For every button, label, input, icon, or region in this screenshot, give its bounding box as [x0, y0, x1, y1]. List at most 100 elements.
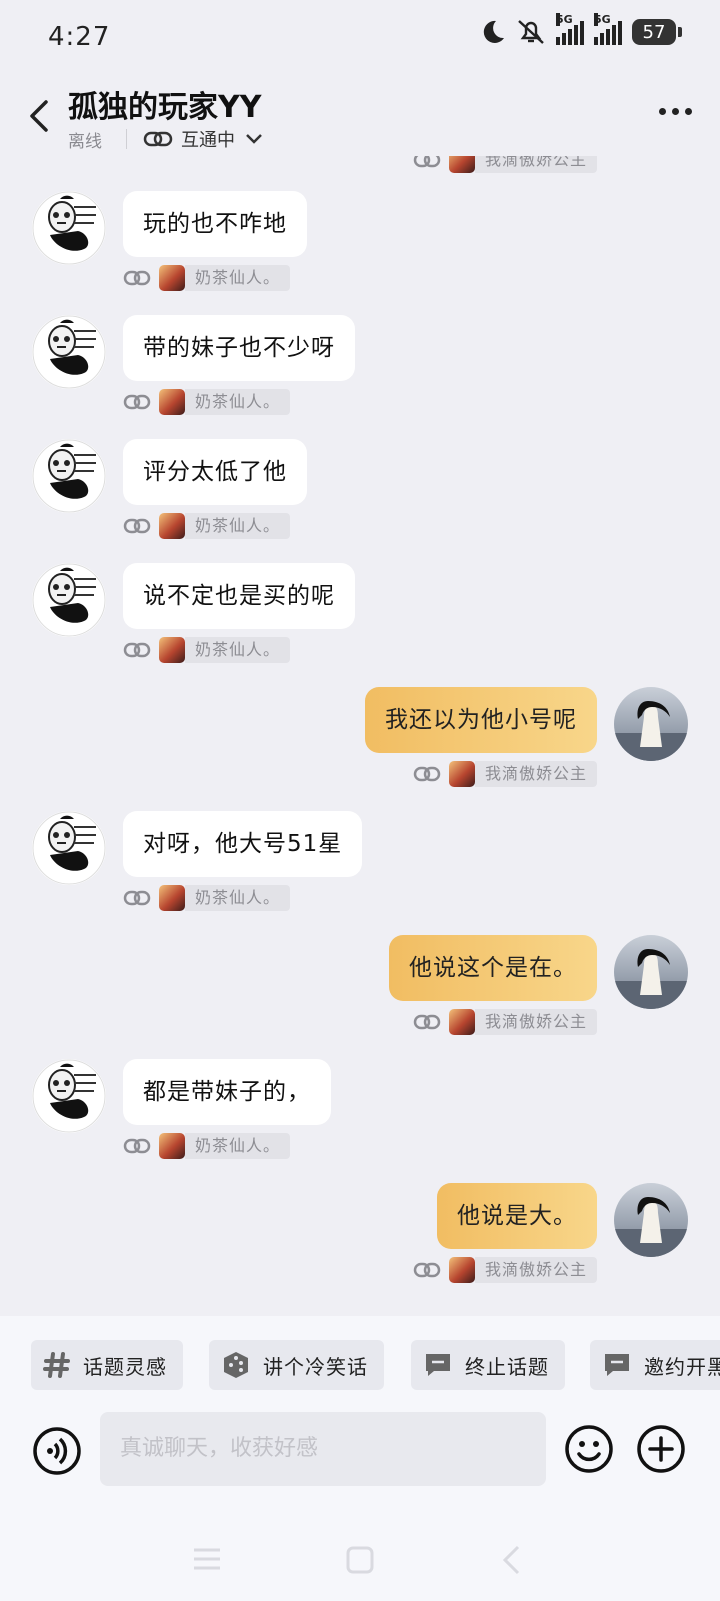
hero-avatar-icon	[448, 1009, 475, 1035]
contact-avatar[interactable]	[32, 563, 106, 637]
my-avatar[interactable]	[614, 687, 688, 761]
link-icon	[413, 1262, 441, 1278]
message-bubble[interactable]: 他说这个是在。	[389, 935, 597, 1001]
voice-input-icon[interactable]	[32, 1426, 82, 1476]
chip-invite-play[interactable]: 邀约开黑	[590, 1340, 720, 1390]
emoji-icon[interactable]	[564, 1424, 614, 1474]
message-bubble[interactable]: 对呀，他大号51星	[123, 811, 363, 877]
message-role-tag: 我滴傲娇公主	[413, 760, 597, 788]
contact-avatar[interactable]	[32, 315, 106, 389]
contact-avatar[interactable]	[32, 1059, 106, 1133]
hero-avatar-icon	[159, 513, 185, 539]
message-bubble[interactable]: 评分太低了他	[123, 439, 307, 505]
system-nav-bar	[0, 1532, 720, 1592]
link-icon	[123, 518, 151, 534]
chip-tell-joke[interactable]: 讲个冷笑话	[209, 1340, 384, 1390]
back-arrow-icon[interactable]	[24, 96, 54, 136]
hashtag-icon	[43, 1352, 70, 1378]
divider	[126, 129, 127, 149]
link-icon	[143, 131, 173, 147]
hero-avatar-icon	[159, 637, 185, 663]
message-role-tag: 奶茶仙人。	[123, 636, 291, 664]
message-list[interactable]: 我滴傲娇公主 玩的也不咋地 奶茶仙人。 带的妹子也不少呀 奶茶仙人。 评分太低了他 奶茶仙…	[0, 156, 720, 1316]
chip-topic-inspiration[interactable]: 话题灵感	[31, 1340, 183, 1390]
link-icon	[123, 642, 151, 658]
message-bubble[interactable]: 说不定也是买的呢	[123, 563, 355, 629]
chat-bubble-icon	[605, 1354, 629, 1376]
contact-avatar[interactable]	[32, 811, 106, 885]
chip-label: 话题灵感	[83, 1354, 167, 1379]
menu-nav-icon[interactable]	[192, 1546, 222, 1572]
chip-label: 讲个冷笑话	[263, 1354, 368, 1379]
message-role-tag: 奶茶仙人。	[123, 388, 291, 416]
network-type-2: 5G	[594, 13, 611, 26]
message-bubble[interactable]: 都是带妹子的，	[123, 1059, 331, 1125]
game-role-label: 我滴傲娇公主	[474, 761, 597, 787]
game-role-label: 奶茶仙人。	[185, 389, 291, 415]
message-bubble[interactable]: 玩的也不咋地	[123, 191, 307, 257]
contact-avatar[interactable]	[32, 439, 106, 513]
contact-status-row: 离线 互通中	[68, 126, 263, 152]
game-role-label: 奶茶仙人。	[185, 513, 291, 539]
message-role-tag: 奶茶仙人。	[123, 264, 291, 292]
status-bar: 4:27 5G 5G 57	[0, 0, 720, 76]
game-role-label: 奶茶仙人。	[185, 265, 291, 291]
message-role-tag: 我滴傲娇公主	[413, 1008, 597, 1036]
chat-bubble-icon	[426, 1354, 450, 1376]
signal-2-icon: 5G	[594, 13, 622, 45]
suggestion-chips: 话题灵感 讲个冷笑话 终止话题 邀约开黑	[0, 1316, 720, 1412]
status-icons: 5G 5G 57	[480, 13, 682, 46]
game-role-label: 我滴傲娇公主	[474, 156, 597, 173]
add-icon[interactable]	[636, 1424, 686, 1474]
my-avatar[interactable]	[614, 935, 688, 1009]
link-icon	[413, 156, 441, 168]
game-role-label: 奶茶仙人。	[185, 1133, 291, 1159]
contact-avatar[interactable]	[32, 191, 106, 265]
interop-mode[interactable]: 互通中	[181, 126, 235, 152]
contact-name: 孤独的玩家YY	[68, 90, 262, 125]
game-role-label: 奶茶仙人。	[185, 885, 291, 911]
chat-header: 孤独的玩家YY 离线 互通中	[0, 76, 720, 156]
chip-label: 终止话题	[465, 1354, 549, 1379]
message-role-tag: 我滴傲娇公主	[413, 1256, 597, 1284]
hero-avatar-icon	[159, 389, 185, 415]
message-role-tag: 奶茶仙人。	[123, 1132, 291, 1160]
link-icon	[123, 1138, 151, 1154]
hero-avatar-icon	[448, 156, 475, 173]
hero-avatar-icon	[159, 265, 185, 291]
hero-avatar-icon	[448, 1257, 475, 1283]
partial-message-tag: 我滴傲娇公主	[413, 156, 597, 174]
input-bar: 真诚聊天，收获好感	[0, 1412, 720, 1601]
hero-avatar-icon	[159, 885, 185, 911]
chevron-down-icon[interactable]	[245, 133, 263, 145]
hero-avatar-icon	[159, 1133, 185, 1159]
link-icon	[413, 1014, 441, 1030]
link-icon	[123, 270, 151, 286]
hero-avatar-icon	[448, 761, 475, 787]
game-role-label: 奶茶仙人。	[185, 637, 291, 663]
home-nav-icon[interactable]	[346, 1546, 374, 1574]
my-avatar[interactable]	[614, 1183, 688, 1257]
moon-icon	[483, 20, 504, 43]
game-role-label: 我滴傲娇公主	[474, 1009, 597, 1035]
network-type-1: 5G	[556, 13, 573, 26]
message-role-tag: 奶茶仙人。	[123, 512, 291, 540]
message-bubble[interactable]: 带的妹子也不少呀	[123, 315, 355, 381]
link-icon	[123, 890, 151, 906]
dice-icon	[224, 1352, 248, 1378]
message-bubble[interactable]: 他说是大。	[437, 1183, 597, 1249]
signal-1-icon: 5G	[556, 13, 584, 45]
chip-end-topic[interactable]: 终止话题	[411, 1340, 565, 1390]
message-input[interactable]: 真诚聊天，收获好感	[100, 1412, 546, 1486]
presence-status: 离线	[68, 131, 102, 152]
mute-bell-icon	[518, 20, 544, 44]
more-options-icon[interactable]	[659, 108, 692, 115]
link-icon	[413, 766, 441, 782]
message-role-tag: 奶茶仙人。	[123, 884, 291, 912]
back-nav-icon[interactable]	[500, 1544, 522, 1576]
status-time: 4:27	[48, 22, 111, 52]
battery-icon: 57	[632, 19, 682, 45]
link-icon	[123, 394, 151, 410]
message-bubble[interactable]: 我还以为他小号呢	[365, 687, 597, 753]
game-role-label: 我滴傲娇公主	[474, 1257, 597, 1283]
